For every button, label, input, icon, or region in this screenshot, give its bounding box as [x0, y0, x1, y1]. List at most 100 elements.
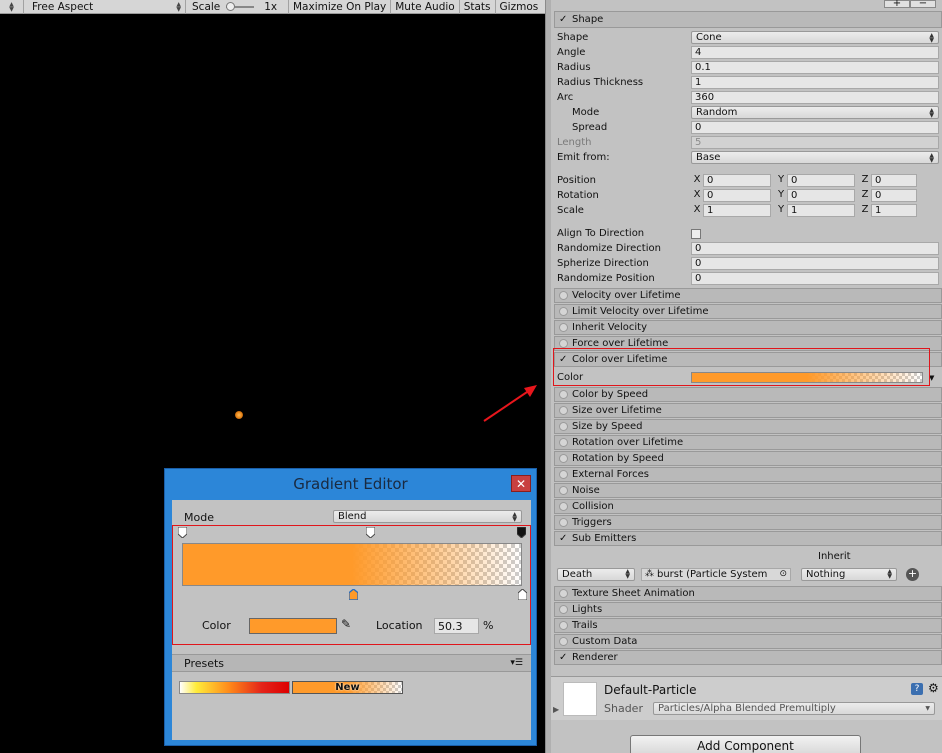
shader-dropdown[interactable]: Particles/Alpha Blended Premultiply ▼	[653, 702, 935, 715]
scale-slider[interactable]	[226, 1, 255, 11]
checkmark-icon[interactable]: ✓	[559, 652, 569, 663]
close-icon[interactable]: ✕	[511, 475, 531, 492]
module-sub-emitters[interactable]: ✓ Sub Emitters	[554, 531, 942, 546]
module-inherit-velocity[interactable]: Inherit Velocity	[554, 320, 942, 335]
maximize-on-play-button[interactable]: Maximize On Play	[289, 0, 392, 14]
scale-y-field[interactable]: 1	[787, 204, 855, 217]
menu-icon[interactable]: ▾☰	[510, 658, 523, 668]
slider-thumb[interactable]	[226, 1, 236, 11]
module-toggle[interactable]	[559, 621, 568, 630]
sub-emitter-system-field[interactable]: ⁂ burst (Particle System ⊙	[641, 567, 791, 581]
scale-x-field[interactable]: 1	[703, 204, 771, 217]
module-shape[interactable]: ✓ Shape	[554, 11, 942, 28]
rotation-z-field[interactable]: 0	[871, 189, 917, 202]
module-rotation-by-speed[interactable]: Rotation by Speed	[554, 451, 942, 466]
radius-field[interactable]: 0.1	[691, 61, 939, 74]
module-noise[interactable]: Noise	[554, 483, 942, 498]
module-toggle[interactable]	[559, 589, 568, 598]
rotation-x-field[interactable]: 0	[703, 189, 771, 202]
module-toggle[interactable]	[559, 502, 568, 511]
module-velocity[interactable]: Velocity over Lifetime	[554, 288, 942, 303]
module-trails[interactable]: Trails	[554, 618, 942, 633]
prop-radius-thickness: Radius Thickness 1	[557, 75, 939, 90]
module-color-by-speed[interactable]: Color by Speed	[554, 387, 942, 402]
mode-dropdown[interactable]: Random ▲ ▼	[691, 106, 939, 119]
module-toggle[interactable]	[559, 291, 568, 300]
scale-z-field[interactable]: 1	[871, 204, 917, 217]
add-sub-emitter-icon[interactable]: +	[906, 567, 919, 581]
preset-swatch-new[interactable]: New	[292, 681, 403, 694]
module-title: Noise	[572, 485, 600, 496]
radius-thickness-field[interactable]: 1	[691, 76, 939, 89]
module-title: Sub Emitters	[572, 533, 637, 544]
checkmark-icon[interactable]: ✓	[559, 14, 569, 25]
gear-icon[interactable]: ⚙	[928, 681, 939, 695]
module-size-by-speed[interactable]: Size by Speed	[554, 419, 942, 434]
preset-swatch-1[interactable]	[179, 681, 290, 694]
gizmos-button[interactable]: Gizmos	[496, 0, 543, 14]
sub-emitter-event-dropdown[interactable]: Death ▲ ▼	[557, 567, 635, 581]
module-toggle[interactable]	[559, 422, 568, 431]
help-book-icon[interactable]: ?	[911, 683, 923, 695]
scale-label: Scale	[192, 0, 221, 13]
checkmark-icon[interactable]: ✓	[559, 533, 569, 544]
position-y-field[interactable]: 0	[787, 174, 855, 187]
expand-arrow-icon[interactable]: ▶	[553, 705, 559, 714]
module-triggers[interactable]: Triggers	[554, 515, 942, 530]
module-toggle[interactable]	[559, 339, 568, 348]
module-toggle[interactable]	[559, 323, 568, 332]
module-toggle[interactable]	[559, 470, 568, 479]
module-collision[interactable]: Collision	[554, 499, 942, 514]
align-to-direction-checkbox[interactable]	[691, 228, 701, 239]
module-toggle[interactable]	[559, 438, 568, 447]
module-toggle[interactable]	[559, 486, 568, 495]
xyz-fields: X1 Y1 Z1	[691, 204, 939, 217]
remove-button[interactable]: −	[910, 0, 936, 9]
module-external-forces[interactable]: External Forces	[554, 467, 942, 482]
rotation-y-field[interactable]: 0	[787, 189, 855, 202]
angle-field[interactable]: 4	[691, 46, 939, 59]
emit-from-dropdown[interactable]: Base ▲ ▼	[691, 151, 939, 164]
module-toggle[interactable]	[559, 637, 568, 646]
axis-label: Y	[777, 174, 785, 185]
gradient-mode-dropdown[interactable]: Blend ▲ ▼	[333, 510, 522, 523]
material-name: Default-Particle	[604, 683, 697, 697]
sub-emitter-inherit-dropdown[interactable]: Nothing ▲ ▼	[801, 567, 897, 581]
module-toggle[interactable]	[559, 518, 568, 527]
stats-button[interactable]: Stats	[460, 0, 496, 14]
object-picker-icon[interactable]: ⊙	[779, 569, 787, 579]
randomize-position-field[interactable]: 0	[691, 272, 939, 285]
mute-audio-button[interactable]: Mute Audio	[391, 0, 460, 14]
presets-header[interactable]: Presets ▾☰	[172, 654, 531, 672]
module-toggle[interactable]	[559, 454, 568, 463]
highlight-color-over-lifetime	[553, 348, 930, 386]
module-custom-data[interactable]: Custom Data	[554, 634, 942, 649]
module-renderer[interactable]: ✓ Renderer	[554, 650, 942, 665]
module-size-over-lifetime[interactable]: Size over Lifetime	[554, 403, 942, 418]
arc-field[interactable]: 360	[691, 91, 939, 104]
material-thumbnail[interactable]	[563, 682, 597, 716]
position-x-field[interactable]: 0	[703, 174, 771, 187]
sub-emitter-row: Death ▲ ▼ ⁂ burst (Particle System ⊙ Nothi…	[557, 567, 939, 581]
add-component-button[interactable]: Add Component	[630, 735, 861, 753]
position-z-field[interactable]: 0	[871, 174, 917, 187]
spread-field[interactable]: 0	[691, 121, 939, 134]
module-toggle[interactable]	[559, 390, 568, 399]
window-title[interactable]: Gradient Editor	[165, 469, 536, 499]
add-button[interactable]: +	[884, 0, 910, 9]
shape-dropdown[interactable]: Cone ▲ ▼	[691, 31, 939, 44]
module-toggle[interactable]	[559, 406, 568, 415]
axis-label: Z	[861, 204, 869, 215]
aspect-dropdown[interactable]: Free Aspect ▲ ▼	[24, 0, 186, 14]
display-dropdown[interactable]: ▲ ▼	[0, 0, 24, 14]
spherize-direction-field[interactable]: 0	[691, 257, 939, 270]
module-rotation-over-lifetime[interactable]: Rotation over Lifetime	[554, 435, 942, 450]
module-texture-sheet[interactable]: Texture Sheet Animation	[554, 586, 942, 601]
module-toggle[interactable]	[559, 605, 568, 614]
module-limit-velocity[interactable]: Limit Velocity over Lifetime	[554, 304, 942, 319]
dropdown-value: Random	[696, 107, 738, 118]
module-toggle[interactable]	[559, 307, 568, 316]
inspector-panel: + − ✓ Shape Shape Cone ▲ ▼ Angle 4 Radius …	[551, 0, 942, 753]
randomize-direction-field[interactable]: 0	[691, 242, 939, 255]
module-lights[interactable]: Lights	[554, 602, 942, 617]
